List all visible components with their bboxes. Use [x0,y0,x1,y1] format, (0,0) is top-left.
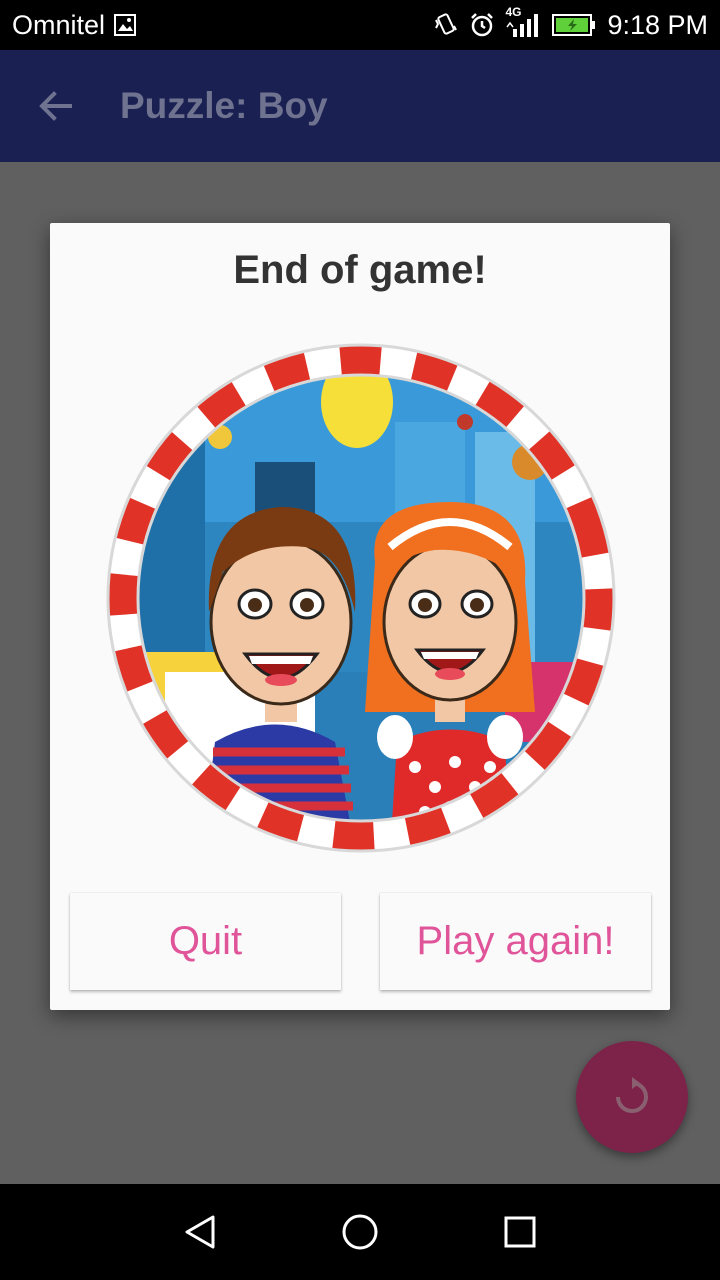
replay-icon [616,1077,648,1113]
page-title: Puzzle: Boy [120,85,328,126]
carrier-name: Omnitel [12,9,106,40]
boy-and-girl-medallion [106,343,616,853]
status-right: 4G 9:18 PM [433,5,708,41]
nav-home-button[interactable] [320,1192,400,1272]
network-type: 4G [505,5,522,19]
arrow-back-icon [39,91,72,121]
app-bar: Puzzle: Boy [0,50,720,162]
status-left: Omnitel [12,10,137,41]
recents-square-icon [504,1216,536,1248]
image-notification-icon [113,13,137,37]
status-time: 9:18 PM [607,9,708,40]
replay-fab-button[interactable] [576,1041,688,1153]
status-bar: Omnitel 4G 9:18 PM [0,0,720,50]
back-triangle-icon [185,1215,215,1249]
alarm-icon [469,12,495,38]
signal-icon: 4G [505,5,541,39]
back-button[interactable] [0,50,112,162]
play-again-button[interactable]: Play again! [380,893,651,990]
nav-back-button[interactable] [160,1192,240,1272]
quit-button[interactable]: Quit [70,893,341,990]
nav-recents-button[interactable] [480,1192,560,1272]
vibrate-icon [433,12,459,38]
navigation-bar [0,1184,720,1280]
battery-charging-icon [551,12,597,38]
dialog-title: End of game! [233,248,487,292]
home-circle-icon [342,1214,378,1250]
